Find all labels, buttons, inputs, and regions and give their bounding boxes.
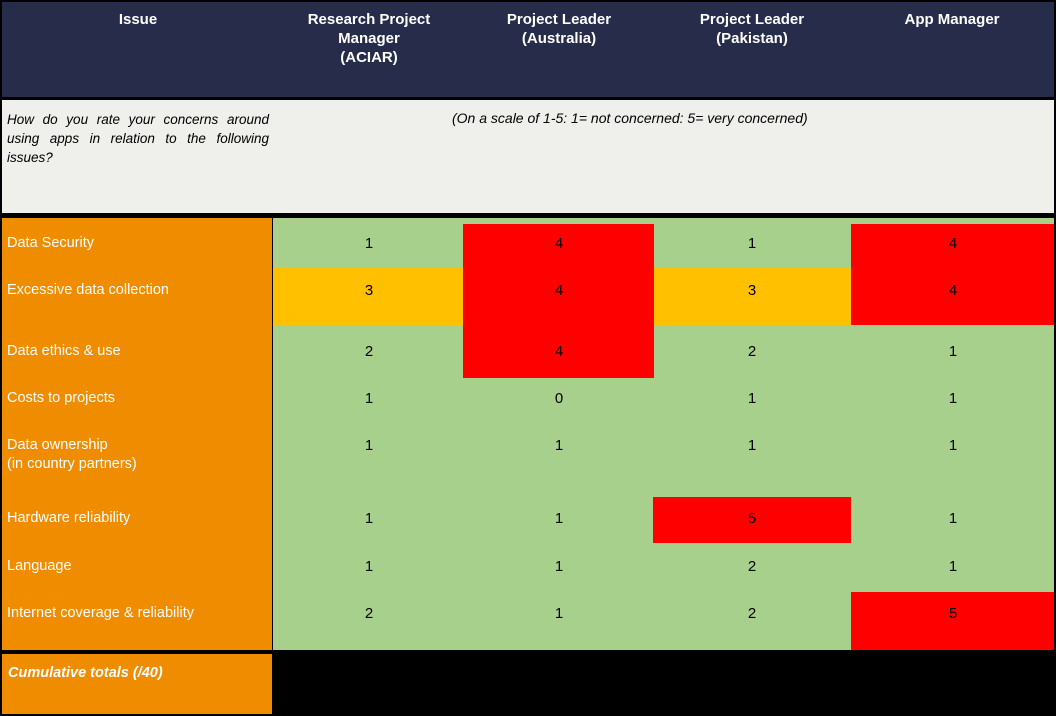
cell-value-rpm-excessive: 3 xyxy=(364,282,374,299)
column-header-issue: Issue xyxy=(118,11,158,28)
cell-value-rpm-language: 1 xyxy=(364,558,374,575)
cell-value-rpm-costs: 1 xyxy=(364,390,374,407)
row-label-data-ownership: Data ownership (in country partners) xyxy=(7,437,137,472)
cumulative-total-rpm xyxy=(274,654,463,714)
survey-concerns-table: Issue Research Project Manager (ACIAR) Pro… xyxy=(0,0,1056,716)
cell-value-rpm-ownership: 1 xyxy=(364,437,374,454)
cell-value-appmanager-language: 1 xyxy=(948,558,958,575)
column-header-pl-australia: Project Leader (Australia) xyxy=(506,11,612,47)
cell-value-appmanager-ownership: 1 xyxy=(948,437,958,454)
cell-value-rpm-hardware: 1 xyxy=(364,510,374,527)
column-header-app-manager: App Manager xyxy=(904,11,1000,28)
cell-value-appmanager-ethics: 1 xyxy=(948,343,958,360)
cell-value-rpm-ethics: 2 xyxy=(364,343,374,360)
cell-value-pakistan-costs: 1 xyxy=(747,390,757,407)
cell-value-australia-language: 1 xyxy=(554,558,564,575)
cell-value-pakistan-excessive: 3 xyxy=(747,282,757,299)
cumulative-totals-label-cell: Cumulative totals (/40) xyxy=(2,654,272,714)
cumulative-total-pakistan xyxy=(654,654,850,714)
cell-value-australia-internet: 1 xyxy=(554,605,564,622)
cell-value-rpm-internet: 2 xyxy=(364,605,374,622)
row-label-hardware-reliability: Hardware reliability xyxy=(7,510,131,526)
cell-value-australia-ownership: 1 xyxy=(554,437,564,454)
cell-value-australia-excessive: 4 xyxy=(554,282,564,299)
question-prompt: How do you rate your concerns around usi… xyxy=(7,112,269,165)
cell-value-rpm-data-security: 1 xyxy=(364,235,374,252)
column-header-pl-pakistan: Project Leader (Pakistan) xyxy=(699,11,805,47)
cumulative-totals-row: Cumulative totals (/40) xyxy=(2,654,1054,714)
cell-value-appmanager-excessive: 4 xyxy=(948,282,958,299)
cell-value-pakistan-ethics: 2 xyxy=(747,343,757,360)
cell-value-australia-hardware: 1 xyxy=(554,510,564,527)
cell-value-australia-costs: 0 xyxy=(554,390,564,407)
row-label-excessive-collection: Excessive data collection xyxy=(7,282,169,298)
cell-value-pakistan-internet: 2 xyxy=(747,605,757,622)
table-header-row: Issue Research Project Manager (ACIAR) Pro… xyxy=(2,2,1054,97)
row-label-internet-coverage: Internet coverage & reliability xyxy=(7,605,194,621)
row-label-data-security: Data Security xyxy=(7,235,95,251)
row-label-data-ethics: Data ethics & use xyxy=(7,343,121,359)
cell-value-pakistan-hardware: 5 xyxy=(747,510,757,527)
table-body: Data Security Excessive data collection … xyxy=(2,218,1054,650)
cell-value-appmanager-costs: 1 xyxy=(948,390,958,407)
cumulative-total-australia xyxy=(464,654,653,714)
cumulative-totals-label: Cumulative totals (/40) xyxy=(8,665,163,681)
cell-value-australia-data-security: 4 xyxy=(554,235,564,252)
cell-value-pakistan-data-security: 1 xyxy=(747,235,757,252)
cell-value-australia-ethics: 4 xyxy=(554,343,564,360)
question-row: How do you rate your concerns around usi… xyxy=(2,100,1054,213)
cumulative-total-appmanager xyxy=(851,654,1054,714)
cell-value-pakistan-language: 2 xyxy=(747,558,757,575)
cell-value-appmanager-internet: 5 xyxy=(948,605,958,622)
row-label-costs-to-projects: Costs to projects xyxy=(7,390,115,406)
cell-value-appmanager-hardware: 1 xyxy=(948,510,958,527)
question-scale-note: (On a scale of 1-5: 1= not concerned: 5=… xyxy=(452,110,808,126)
row-label-language: Language xyxy=(7,558,72,574)
column-header-rpm-aciar: Research Project Manager (ACIAR) xyxy=(307,11,431,66)
cell-value-appmanager-data-security: 4 xyxy=(948,235,958,252)
cell-value-pakistan-ownership: 1 xyxy=(747,437,757,454)
